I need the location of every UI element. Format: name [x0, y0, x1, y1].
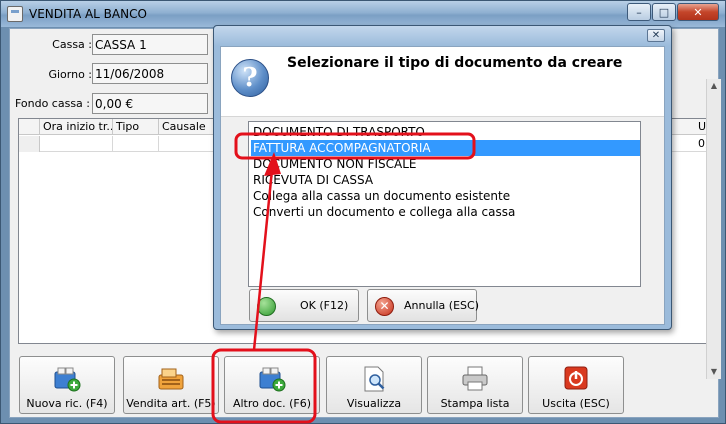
cassa-label: Cassa :	[52, 38, 92, 51]
cancel-label: Annulla (ESC)	[404, 299, 479, 312]
list-item-ricevuta-di-cassa[interactable]: RICEVUTA DI CASSA	[251, 172, 640, 188]
cell-tipo	[113, 136, 159, 152]
dialog-titlebar[interactable]: ✕	[214, 26, 671, 46]
altro-documento-label: Altro doc. (F6)	[232, 397, 312, 410]
list-item-converti-documento[interactable]: Converti un documento e collega alla cas…	[251, 204, 640, 220]
cell-ora	[40, 136, 113, 152]
dialog-close-button[interactable]: ✕	[647, 29, 665, 42]
visualizza-label: Visualizza	[346, 397, 402, 410]
uscita-label: Uscita (ESC)	[542, 397, 610, 410]
power-exit-icon	[564, 366, 588, 390]
row-selector[interactable]	[19, 136, 40, 152]
folders-add-icon	[259, 367, 286, 392]
scroll-up-icon[interactable]: ▲	[709, 81, 719, 91]
ok-button[interactable]: OK (F12)	[249, 289, 359, 322]
grid-corner	[19, 119, 40, 135]
maximize-button[interactable]: □	[652, 3, 676, 21]
nuova-ricevuta-button[interactable]: Nuova ric. (F4)	[19, 356, 115, 414]
altro-documento-button[interactable]: Altro doc. (F6)	[224, 356, 320, 414]
column-header-causale[interactable]: Causale	[159, 119, 219, 135]
app-icon	[7, 6, 23, 22]
fondo-cassa-label: Fondo cassa :	[14, 97, 90, 110]
cell-causale	[159, 136, 219, 152]
minimize-button[interactable]: –	[627, 3, 651, 21]
cancel-x-icon: ✕	[375, 297, 394, 316]
visualizza-button[interactable]: Visualizza	[326, 356, 422, 414]
dialog-header: ? Selezionare il tipo di documento da cr…	[221, 47, 664, 117]
dialog-body: ? Selezionare il tipo di documento da cr…	[220, 46, 665, 325]
window-titlebar[interactable]: VENDITA AL BANCO – □ ✕	[1, 1, 725, 27]
cassa-field[interactable]: CASSA 1	[92, 34, 208, 55]
cash-register-icon	[158, 368, 184, 390]
list-item-collega-documento[interactable]: Collega alla cassa un documento esistent…	[251, 188, 640, 204]
vendita-articoli-label: Vendita art. (F5)	[126, 397, 216, 410]
stampa-lista-label: Stampa lista	[440, 397, 510, 410]
stampa-lista-button[interactable]: Stampa lista	[427, 356, 523, 414]
uscita-button[interactable]: Uscita (ESC)	[528, 356, 624, 414]
window-title: VENDITA AL BANCO	[29, 7, 147, 21]
folders-add-icon	[54, 367, 81, 392]
fondo-cassa-field[interactable]: 0,00 €	[92, 93, 208, 114]
list-item-ddt[interactable]: DOCUMENTO DI TRASPORTO	[251, 124, 640, 140]
close-button[interactable]: ✕	[677, 3, 719, 21]
giorno-field[interactable]: 11/06/2008	[92, 63, 208, 84]
list-item-fattura-accompagnatoria[interactable]: FATTURA ACCOMPAGNATORIA	[251, 140, 640, 156]
vendita-articoli-button[interactable]: Vendita art. (F5)	[123, 356, 219, 414]
column-header-ora[interactable]: Ora inizio tr...	[40, 119, 113, 135]
ok-label: OK (F12)	[300, 299, 349, 312]
giorno-label: Giorno :	[48, 68, 92, 81]
list-item-documento-non-fiscale[interactable]: DOCUMENTO NON FISCALE	[251, 156, 640, 172]
dialog-title: Selezionare il tipo di documento da crea…	[287, 55, 623, 71]
vertical-scrollbar[interactable]: ▲ ▼	[706, 79, 721, 379]
printer-icon	[462, 366, 488, 391]
document-type-dialog: ✕ ? Selezionare il tipo di documento da …	[213, 25, 672, 330]
cancel-button[interactable]: ✕ Annulla (ESC)	[367, 289, 479, 322]
help-question-icon: ?	[231, 59, 269, 97]
document-type-list[interactable]: DOCUMENTO DI TRASPORTO FATTURA ACCOMPAGN…	[248, 121, 641, 287]
column-header-tipo[interactable]: Tipo	[113, 119, 159, 135]
checkmark-icon	[257, 297, 276, 316]
scroll-down-icon[interactable]: ▼	[709, 367, 719, 377]
toolbar: Nuova ric. (F4) Vendita art. (F5) Altro …	[17, 352, 715, 416]
nuova-ricevuta-label: Nuova ric. (F4)	[26, 397, 108, 410]
document-magnifier-icon	[364, 366, 385, 392]
